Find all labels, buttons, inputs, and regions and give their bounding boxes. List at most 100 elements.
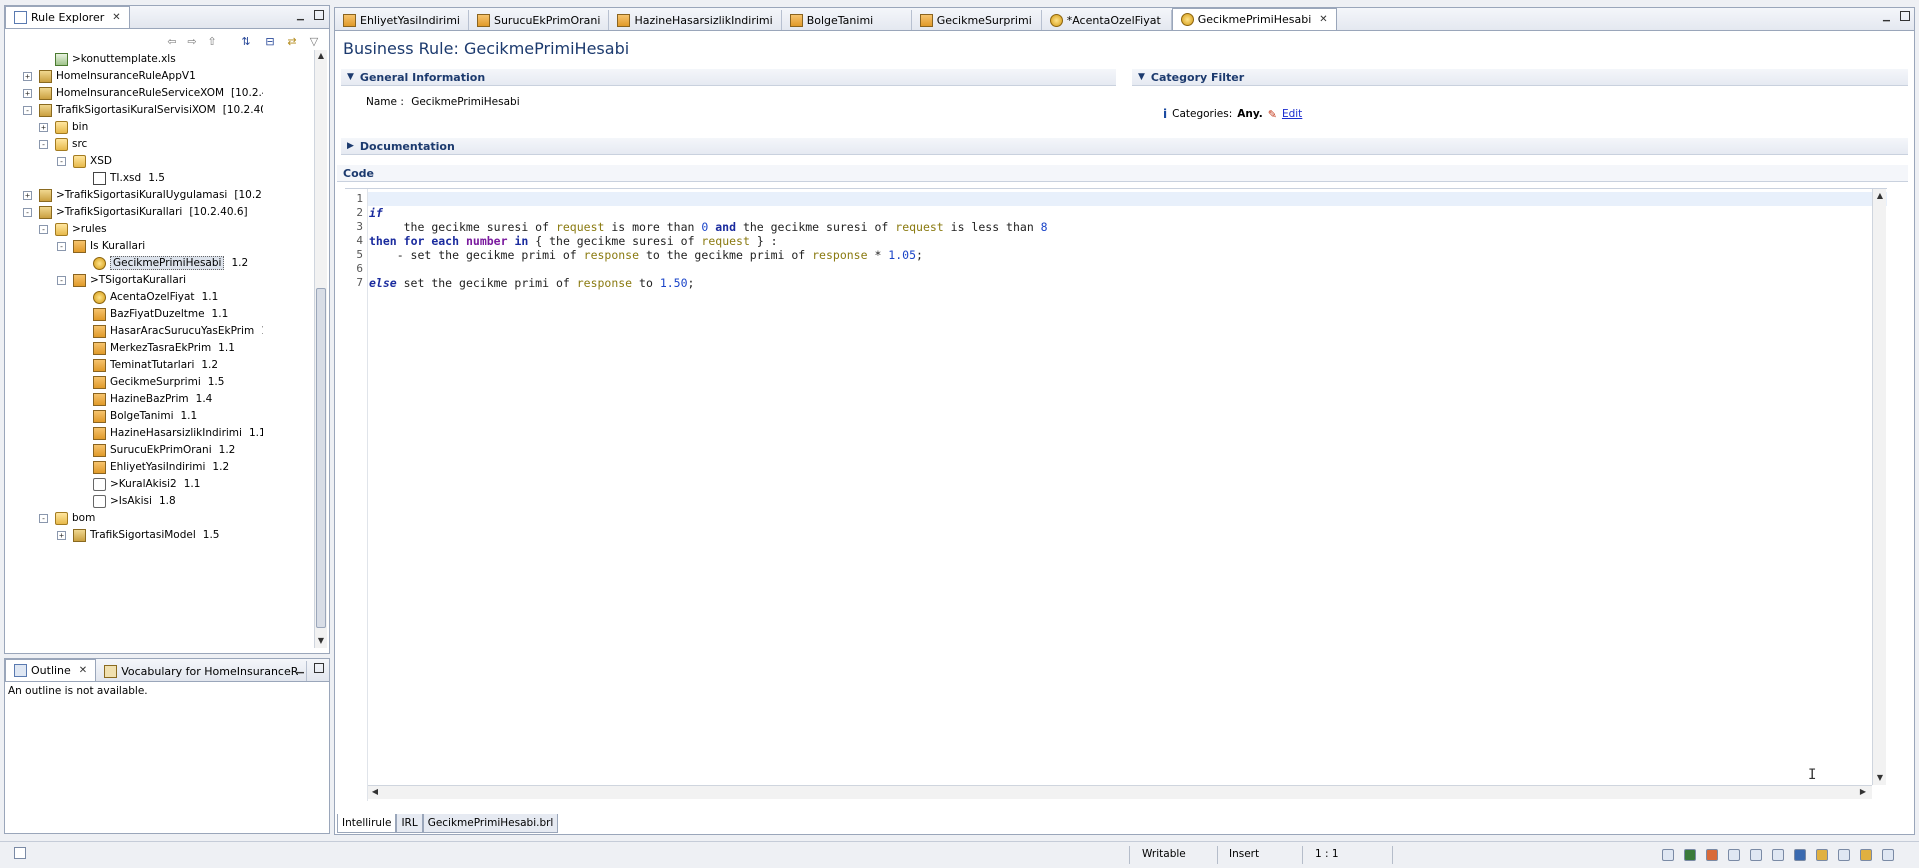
tree-item[interactable]: TrafikSigortasiKuralServisiXOM [10.2.40.6… <box>39 103 263 117</box>
collapse-icon[interactable]: - <box>39 225 48 234</box>
tree-item[interactable]: >konuttemplate.xls <box>55 52 183 66</box>
minimize-icon[interactable]: ▁ <box>1883 13 1893 22</box>
tray-icon-3[interactable] <box>1706 849 1718 861</box>
code-editor[interactable]: 1234567 if the gecikme suresi of request… <box>345 188 1887 801</box>
tree-item[interactable]: >IsAkisi 1.8 <box>93 494 176 508</box>
tree-item[interactable]: BolgeTanimi 1.1 <box>93 409 197 423</box>
fast-view-icon[interactable] <box>14 847 26 859</box>
editor-tab[interactable]: BolgeTanimi <box>782 10 912 30</box>
tab-rule-explorer[interactable]: Rule Explorer ✕ <box>5 6 130 28</box>
link-editor-icon[interactable]: ⇄ <box>285 35 299 49</box>
editor-tab[interactable]: HazineHasarsizlikIndirimi <box>609 10 782 30</box>
explorer-scrollbar[interactable]: ▲ ▼ <box>314 50 327 648</box>
pencil-icon[interactable]: ✎ <box>1268 108 1277 121</box>
back-arrow-icon[interactable]: ⇦ <box>165 35 179 49</box>
tray-icon-1[interactable] <box>1662 849 1674 861</box>
maximize-icon[interactable] <box>314 10 324 20</box>
tree-item[interactable]: bin <box>55 120 95 134</box>
forward-arrow-icon[interactable]: ⇨ <box>185 35 199 49</box>
expand-icon[interactable]: + <box>23 191 32 200</box>
close-icon[interactable]: ✕ <box>1319 14 1327 25</box>
maximize-icon[interactable] <box>314 663 324 673</box>
tree-item[interactable]: TrafikSigortasiModel 1.5 <box>73 528 219 542</box>
tree-item[interactable]: GecikmeSurprimi 1.5 <box>93 375 224 389</box>
collapse-icon[interactable]: - <box>23 208 32 217</box>
bottom-tab[interactable]: IRL <box>396 814 423 833</box>
tree-item[interactable]: >TrafikSigortasiKuralUygulamasi [10.2.40.… <box>39 188 263 202</box>
editor-tab[interactable]: SurucuEkPrimOrani <box>469 10 610 30</box>
code-scrollbar-vertical[interactable]: ▲ ▼ <box>1872 189 1886 785</box>
editor-tab[interactable]: GecikmeSurprimi <box>912 10 1042 30</box>
tree-item[interactable]: BazFiyatDuzeltme 1.1 <box>93 307 228 321</box>
tree-item[interactable]: >TSigortaKurallari <box>73 273 193 287</box>
code-scrollbar-horizontal[interactable]: ◀ ▶ <box>368 785 1872 799</box>
scroll-down-icon[interactable]: ▼ <box>1873 771 1887 785</box>
tray-icon-6[interactable] <box>1772 849 1784 861</box>
collapse-icon[interactable]: - <box>23 106 32 115</box>
minimize-icon[interactable]: ▁ <box>297 12 307 21</box>
expand-icon[interactable]: + <box>57 531 66 540</box>
documentation-header[interactable]: ▶ Documentation <box>341 138 1908 155</box>
close-icon[interactable]: ✕ <box>79 665 87 676</box>
tree-item[interactable]: >TrafikSigortasiKurallari [10.2.40.6] <box>39 205 248 219</box>
tree-item[interactable]: SurucuEkPrimOrani 1.2 <box>93 443 235 457</box>
up-folder-icon[interactable]: ⇧ <box>205 35 219 49</box>
scroll-left-icon[interactable]: ◀ <box>368 785 382 799</box>
tree-item[interactable]: >KuralAkisi2 1.1 <box>93 477 200 491</box>
tree-item[interactable]: GecikmePrimiHesabi 1.2 <box>93 256 248 270</box>
table-icon <box>919 13 933 27</box>
collapse-icon[interactable]: - <box>39 514 48 523</box>
scroll-down-icon[interactable]: ▼ <box>314 634 328 648</box>
editor-tab[interactable]: *AcentaOzelFiyat <box>1042 10 1172 30</box>
tray-icon-10[interactable] <box>1860 849 1872 861</box>
category-filter-header[interactable]: ▼ Category Filter <box>1132 69 1908 86</box>
scroll-thumb[interactable] <box>316 288 326 628</box>
collapse-icon[interactable]: - <box>57 276 66 285</box>
tree-item[interactable]: HazineBazPrim 1.4 <box>93 392 212 406</box>
edit-link[interactable]: Edit <box>1282 108 1302 120</box>
collapse-all-icon[interactable]: ⊟ <box>263 35 277 49</box>
tree-item[interactable]: >rules <box>55 222 114 236</box>
sort-az-icon[interactable]: ⇅ <box>239 35 253 49</box>
tray-icon-8[interactable] <box>1816 849 1828 861</box>
tab-vocabulary[interactable]: Vocabulary for HomeInsuranceR <box>96 661 308 681</box>
maximize-icon[interactable] <box>1900 11 1910 21</box>
tree-item[interactable]: Is Kurallari <box>73 239 152 253</box>
bottom-tab[interactable]: GecikmePrimiHesabi.brl <box>422 814 559 833</box>
tray-icon-4[interactable] <box>1728 849 1740 861</box>
tab-outline[interactable]: Outline ✕ <box>5 659 97 681</box>
tray-icon-11[interactable] <box>1882 849 1894 861</box>
tray-icon-2[interactable] <box>1684 849 1696 861</box>
scroll-up-icon[interactable]: ▲ <box>314 49 328 63</box>
tree-item[interactable]: HomeInsuranceRuleAppV1 <box>39 69 203 83</box>
bottom-tab[interactable]: Intellirule <box>337 814 397 833</box>
collapse-icon[interactable]: - <box>57 157 66 166</box>
tree-item[interactable]: EhliyetYasiIndirimi 1.2 <box>93 460 229 474</box>
view-menu-icon[interactable]: ▽ <box>307 35 321 49</box>
expand-icon[interactable]: + <box>23 89 32 98</box>
editor-tab[interactable]: GecikmePrimiHesabi ✕ <box>1171 8 1337 30</box>
tree-item[interactable]: HomeInsuranceRuleServiceXOM [10.2.40.6] <box>39 86 263 100</box>
editor-tab[interactable]: EhliyetYasiIndirimi <box>335 10 469 30</box>
collapse-icon[interactable]: - <box>39 140 48 149</box>
expand-icon[interactable]: + <box>39 123 48 132</box>
scroll-right-icon[interactable]: ▶ <box>1856 785 1870 799</box>
tree-item[interactable]: src <box>55 137 94 151</box>
minimize-icon[interactable]: ▁ <box>297 665 307 674</box>
tray-icon-9[interactable] <box>1838 849 1850 861</box>
tree-item[interactable]: HazineHasarsizlikIndirimi 1.1 <box>93 426 263 440</box>
tree-item[interactable]: bom <box>55 511 102 525</box>
tray-icon-5[interactable] <box>1750 849 1762 861</box>
collapse-icon[interactable]: - <box>57 242 66 251</box>
tree-item[interactable]: MerkezTasraEkPrim 1.1 <box>93 341 235 355</box>
tray-icon-7[interactable] <box>1794 849 1806 861</box>
general-information-header[interactable]: ▼ General Information <box>341 69 1116 86</box>
scroll-up-icon[interactable]: ▲ <box>1873 189 1887 203</box>
tree-item[interactable]: TI.xsd 1.5 <box>93 171 165 185</box>
close-icon[interactable]: ✕ <box>112 12 120 23</box>
tree-item[interactable]: AcentaOzelFiyat 1.1 <box>93 290 218 304</box>
expand-icon[interactable]: + <box>23 72 32 81</box>
tree-item[interactable]: XSD <box>73 154 119 168</box>
tree-item[interactable]: HasarAracSurucuYasEkPrim 1.1 <box>93 324 263 338</box>
tree-item[interactable]: TeminatTutarlari 1.2 <box>93 358 218 372</box>
